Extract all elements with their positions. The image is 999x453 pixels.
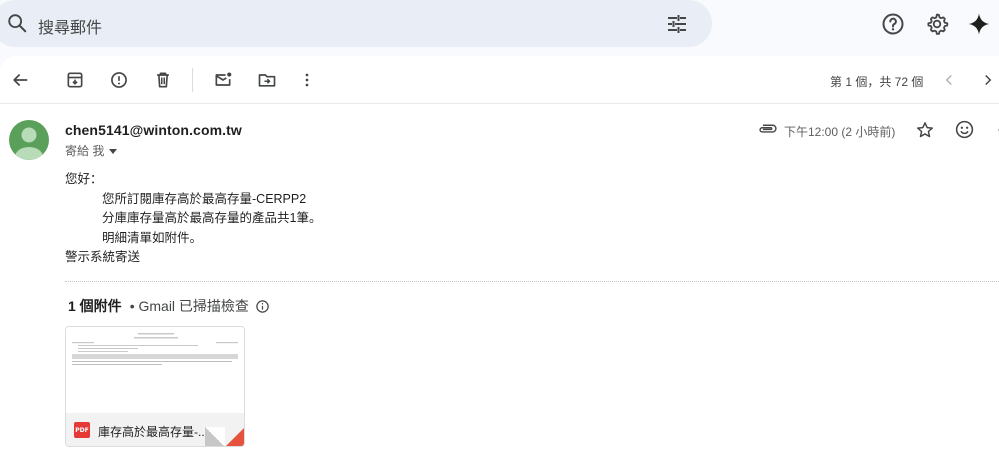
search-input[interactable]: 搜尋郵件 bbox=[38, 14, 102, 38]
delete-icon[interactable] bbox=[151, 68, 175, 92]
info-icon[interactable] bbox=[255, 299, 270, 314]
back-arrow-icon[interactable] bbox=[8, 68, 32, 92]
top-bar: 搜尋郵件 bbox=[0, 0, 999, 56]
newer-chevron-icon[interactable] bbox=[937, 68, 961, 92]
more-options-icon[interactable] bbox=[295, 68, 319, 92]
attachment-thumbnail bbox=[66, 327, 244, 413]
message-body: 您好： 您所訂閱庫存高於最高存量-CERPP2 分庫庫存量高於最高存量的產品共1… bbox=[65, 170, 321, 268]
body-signoff: 警示系統寄送 bbox=[65, 250, 141, 264]
attachment-header: 1 個附件 • Gmail 已掃描檢查 bbox=[68, 296, 270, 316]
attachment-divider bbox=[65, 281, 999, 282]
tune-icon[interactable] bbox=[665, 12, 689, 36]
message-time: 下午12:00 (2 小時前) bbox=[784, 125, 896, 139]
attachment-count: 1 個附件 bbox=[68, 298, 122, 314]
document-preview-icon bbox=[66, 327, 244, 413]
recipient-line[interactable]: 寄給 我 bbox=[65, 142, 118, 159]
attachment-clip-icon bbox=[759, 124, 777, 133]
scan-label: • Gmail 已掃描檢查 bbox=[129, 298, 249, 314]
settings-icon[interactable] bbox=[925, 12, 949, 36]
body-line-3: 明細清單如附件。 bbox=[102, 230, 203, 245]
person-icon bbox=[15, 127, 43, 160]
page-fold-shadow bbox=[205, 427, 225, 446]
message-pane: 第 1 個，共 72 個 chen5141@winton.com.tw 寄給 我… bbox=[0, 56, 999, 453]
avatar[interactable] bbox=[9, 120, 49, 160]
page-fold-corner bbox=[225, 427, 244, 446]
move-to-icon[interactable] bbox=[255, 68, 279, 92]
emoji-reaction-icon[interactable] bbox=[954, 119, 975, 140]
star-icon[interactable] bbox=[915, 120, 935, 140]
pager-text: 第 1 個，共 72 個 bbox=[830, 75, 924, 89]
search-bar[interactable]: 搜尋郵件 bbox=[0, 0, 712, 47]
reply-icon[interactable] bbox=[992, 120, 999, 140]
search-icon[interactable] bbox=[6, 12, 28, 34]
message-toolbar: 第 1 個，共 72 個 bbox=[0, 56, 999, 104]
help-icon[interactable] bbox=[881, 12, 905, 36]
chevron-down-icon[interactable] bbox=[109, 149, 118, 155]
attachment-name: 庫存高於最高存量-... bbox=[98, 425, 208, 439]
body-greeting: 您好： bbox=[65, 172, 103, 186]
archive-icon[interactable] bbox=[63, 68, 87, 92]
attachment-card[interactable]: PDF 庫存高於最高存量-... bbox=[65, 326, 245, 447]
sender-email[interactable]: chen5141@winton.com.tw bbox=[65, 122, 242, 138]
pdf-icon: PDF bbox=[74, 422, 90, 438]
body-line-2: 分庫庫存量高於最高存量的產品共1筆。 bbox=[102, 211, 322, 225]
toolbar-divider bbox=[192, 68, 193, 92]
body-line-1: 您所訂閱庫存高於最高存量-CERPP2 bbox=[102, 191, 307, 206]
mark-unread-icon[interactable] bbox=[211, 68, 235, 92]
report-spam-icon[interactable] bbox=[107, 68, 131, 92]
older-chevron-icon[interactable] bbox=[976, 68, 999, 92]
recipient-label: 寄給 我 bbox=[65, 144, 105, 158]
gemini-sparkle-icon[interactable] bbox=[967, 12, 991, 36]
